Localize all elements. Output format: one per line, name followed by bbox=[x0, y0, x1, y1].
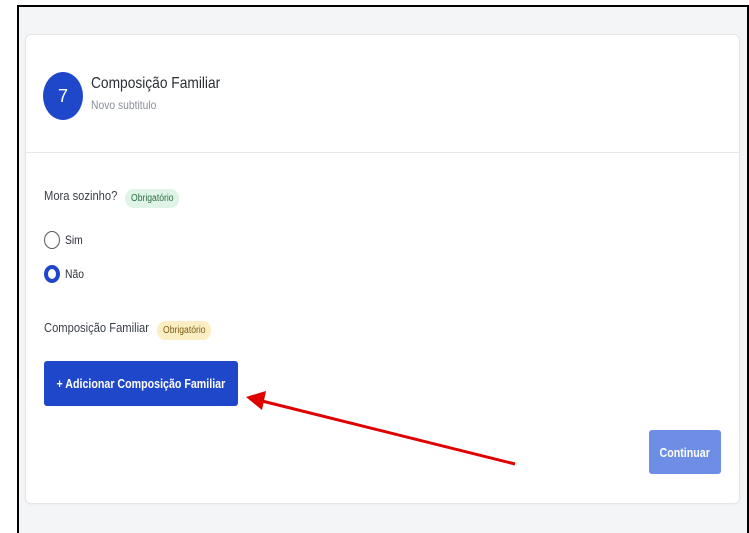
red-arrow-icon bbox=[246, 391, 516, 466]
